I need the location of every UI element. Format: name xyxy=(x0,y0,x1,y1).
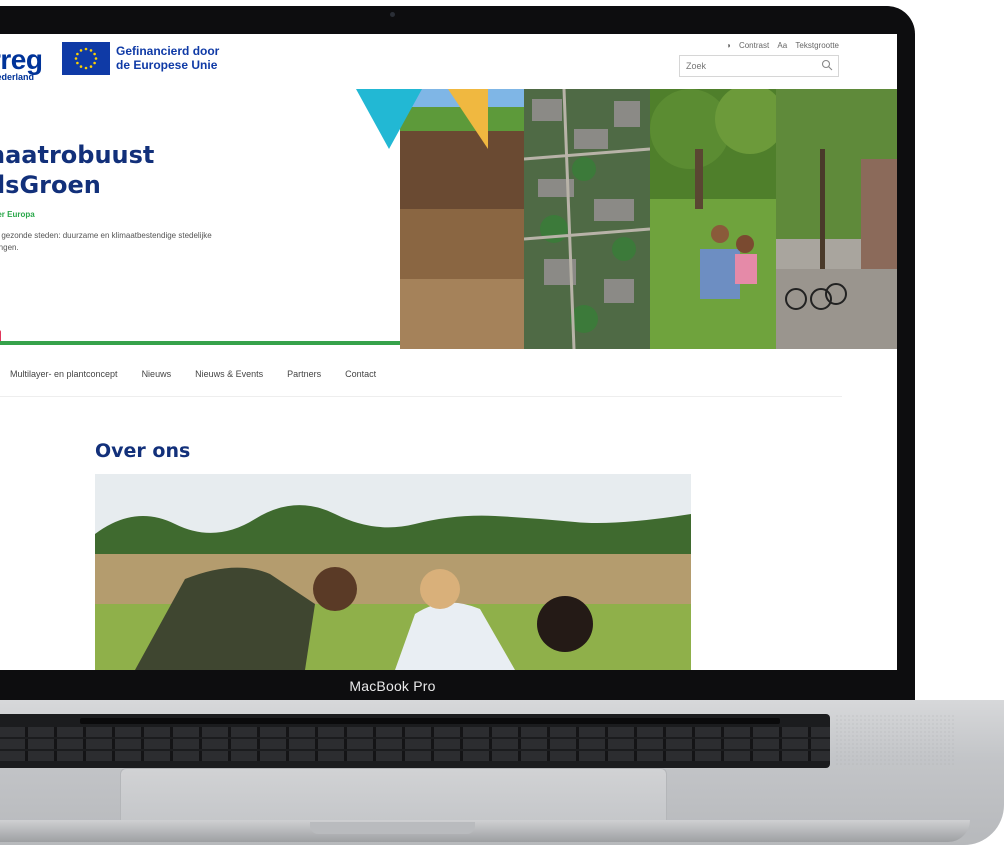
nav-divider xyxy=(0,396,842,397)
text-size-toggle[interactable]: Aa Tekstgrootte xyxy=(777,41,839,50)
cyan-triangle-decoration xyxy=(356,89,422,149)
yellow-shape-decoration xyxy=(448,89,488,149)
aerial-photo xyxy=(524,89,650,349)
eu-funding-text: Gefinancierd door de Europese Unie xyxy=(116,44,219,72)
trackpad xyxy=(120,768,667,826)
touch-bar xyxy=(80,718,780,724)
eu-line2: de Europese Unie xyxy=(116,58,218,72)
nav-nieuws[interactable]: Nieuws xyxy=(142,369,172,379)
eu-flag-icon xyxy=(62,42,110,75)
utility-links: ◑ Contrast Aa Tekstgrootte xyxy=(720,41,839,50)
eu-line1: Gefinancierd door xyxy=(116,44,220,58)
hero-subtitle: ener Europa xyxy=(0,210,35,219)
about-photo xyxy=(95,474,691,670)
browser-screen: rreg Nederland Gefinancierd door de Euro… xyxy=(0,34,897,670)
hero-desc-line2: eningen. xyxy=(0,243,19,252)
macbook: rreg Nederland Gefinancierd door de Euro… xyxy=(0,0,1004,852)
hero-description: en, gezonde steden: duurzame en klimaatb… xyxy=(0,230,318,254)
interreg-logo[interactable]: rreg Nederland xyxy=(0,44,43,82)
text-size-label: Tekstgrootte xyxy=(795,41,839,50)
key-row-2 xyxy=(0,739,830,749)
logo-brand: rreg xyxy=(0,44,43,75)
about-title: Over ons xyxy=(95,440,191,462)
camera-icon xyxy=(390,12,395,17)
lid-notch xyxy=(310,822,475,834)
main-nav: Multilayer- en plantconcept Nieuws Nieuw… xyxy=(10,369,376,379)
nav-nieuws-events[interactable]: Nieuws & Events xyxy=(195,369,263,379)
park-couple-photo xyxy=(650,89,776,349)
speaker-grille xyxy=(835,714,955,766)
contrast-label: Contrast xyxy=(738,41,770,50)
device-label: MacBook Pro xyxy=(349,678,436,694)
hero-title: naatrobuust dsGroen xyxy=(0,140,154,200)
contrast-toggle[interactable]: ◑ Contrast xyxy=(726,41,769,50)
hero-desc-line1: en, gezonde steden: duurzame en klimaatb… xyxy=(0,231,212,240)
search-box xyxy=(679,55,839,77)
hero-green-line xyxy=(0,341,400,345)
search-input[interactable] xyxy=(680,56,822,76)
nav-contact[interactable]: Contact xyxy=(345,369,376,379)
keyboard xyxy=(0,714,830,768)
search-icon[interactable] xyxy=(821,59,833,71)
nav-partners[interactable]: Partners xyxy=(287,369,321,379)
base-edge xyxy=(0,820,970,842)
nav-multilayer[interactable]: Multilayer- en plantconcept xyxy=(10,369,118,379)
key-row-1 xyxy=(0,727,830,737)
hero-title-line2: dsGroen xyxy=(0,171,101,199)
hero-title-line1: naatrobuust xyxy=(0,141,155,169)
key-row-3 xyxy=(0,751,830,761)
street-photo xyxy=(776,89,897,349)
